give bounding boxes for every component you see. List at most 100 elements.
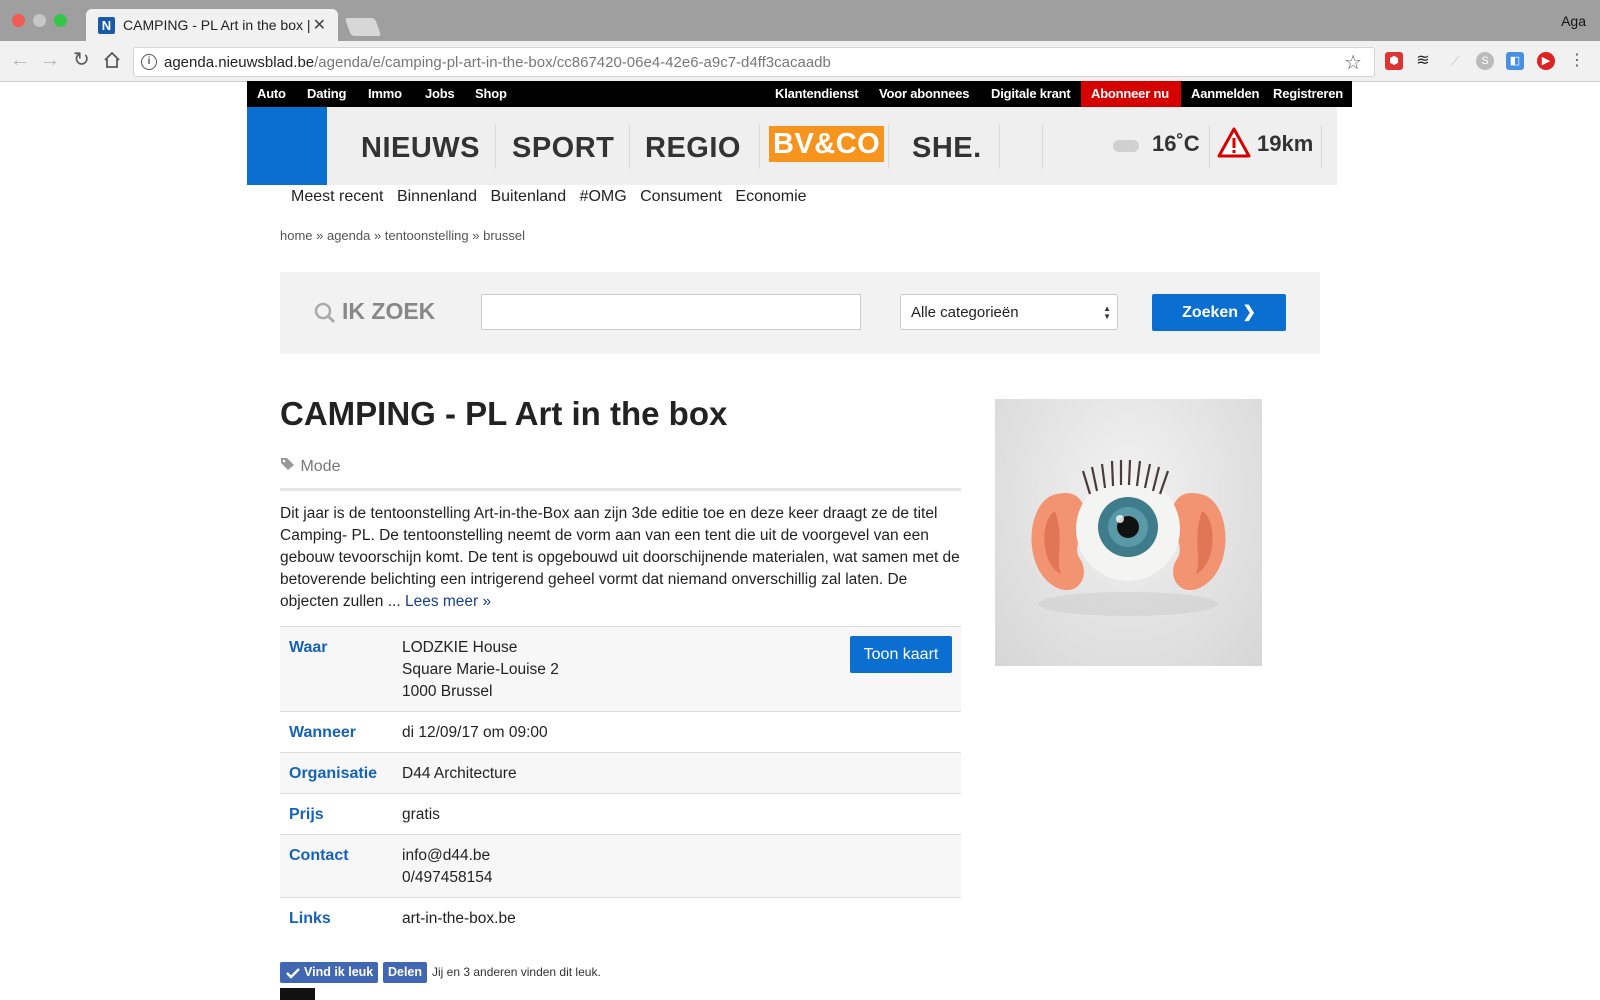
browser-titlebar: N CAMPING - PL Art in the box | ✕ Aga bbox=[0, 0, 1600, 41]
browser-toolbar: ← → ↻ i agenda.nieuwsblad.be/agenda/e/ca… bbox=[0, 41, 1600, 82]
page-title: CAMPING - PL Art in the box bbox=[280, 395, 728, 432]
info-icon[interactable]: i bbox=[141, 54, 157, 70]
topbar-link-aanmelden[interactable]: Aanmelden bbox=[1191, 86, 1259, 101]
search-input[interactable] bbox=[481, 294, 861, 330]
window-close-button[interactable] bbox=[12, 14, 25, 27]
waar-value: LODZKIE House Square Marie-Louise 2 1000… bbox=[402, 637, 559, 703]
read-more-link[interactable]: Lees meer » bbox=[405, 593, 491, 610]
event-tag[interactable]: Mode bbox=[280, 457, 340, 476]
checkmark-icon bbox=[286, 968, 300, 979]
like-count-text: Jij en 3 anderen vinden dit leuk. bbox=[432, 965, 601, 979]
traffic-info[interactable]: 19km bbox=[1257, 131, 1313, 157]
tab-title: CAMPING - PL Art in the box | bbox=[123, 17, 311, 33]
topbar-link-klantendienst[interactable]: Klantendienst bbox=[775, 86, 859, 101]
subnav-binnenland[interactable]: Binnenland bbox=[397, 188, 477, 205]
section-nieuws[interactable]: NIEUWS bbox=[361, 132, 480, 165]
topbar-link-immo[interactable]: Immo bbox=[368, 86, 402, 101]
subnav-meest-recent[interactable]: Meest recent bbox=[291, 188, 383, 205]
bvco-label: BV&CO bbox=[769, 126, 885, 162]
topbar-link-digitale-krant[interactable]: Digitale krant bbox=[991, 86, 1071, 101]
event-details-table: Waar LODZKIE House Square Marie-Louise 2… bbox=[280, 626, 961, 938]
back-icon[interactable]: ← bbox=[10, 49, 30, 71]
organisatie-label: Organisatie bbox=[289, 765, 378, 782]
section-bvco[interactable]: BV&CO bbox=[769, 126, 885, 162]
browser-tab[interactable]: N CAMPING - PL Art in the box | ✕ bbox=[86, 9, 338, 41]
section-regio[interactable]: REGIO bbox=[645, 132, 741, 165]
window-maximize-button[interactable] bbox=[54, 14, 67, 27]
category-select[interactable]: Alle categorieën ▲ ▼ bbox=[900, 294, 1118, 330]
wanneer-label: Wanneer bbox=[289, 724, 356, 741]
tag-icon bbox=[281, 458, 294, 470]
description-text: Dit jaar is de tentoonstelling Art-in-th… bbox=[280, 505, 960, 610]
topbar-link-jobs[interactable]: Jobs bbox=[425, 86, 455, 101]
site-topbar: Auto Dating Immo Jobs Shop Klantendienst… bbox=[247, 81, 1352, 107]
topbar-link-voor-abonnees[interactable]: Voor abonnees bbox=[879, 86, 970, 101]
new-tab-button[interactable] bbox=[344, 18, 382, 36]
site-header: NIEUWS SPORT REGIO BV&CO SHE. 16˚C 19km bbox=[247, 107, 1337, 185]
contact-phone: 0/497458154 bbox=[402, 869, 493, 886]
event-description: Dit jaar is de tentoonstelling Art-in-th… bbox=[280, 503, 970, 613]
details-row-waar: Waar LODZKIE House Square Marie-Louise 2… bbox=[280, 626, 961, 711]
event-image bbox=[995, 399, 1262, 666]
reload-icon[interactable]: ↻ bbox=[73, 49, 90, 71]
links-value[interactable]: art-in-the-box.be bbox=[402, 908, 516, 930]
cloud-icon bbox=[1113, 140, 1139, 152]
subnav-omg[interactable]: #OMG bbox=[580, 188, 627, 205]
star-icon[interactable]: ☆ bbox=[1344, 50, 1362, 75]
tab-close-icon[interactable]: ✕ bbox=[313, 15, 326, 35]
facebook-like-button[interactable]: Vind ik leuk bbox=[280, 962, 378, 983]
section-divider bbox=[888, 125, 889, 169]
like-label: Vind ik leuk bbox=[304, 965, 374, 979]
links-label: Links bbox=[289, 910, 331, 927]
topbar-link-shop[interactable]: Shop bbox=[475, 86, 507, 101]
search-button[interactable]: Zoeken ❯ bbox=[1152, 294, 1286, 331]
temperature[interactable]: 16˚C bbox=[1152, 131, 1200, 157]
subnav-consument[interactable]: Consument bbox=[640, 188, 722, 205]
nieuwsblad-favicon-icon: N bbox=[98, 17, 115, 34]
show-map-button[interactable]: Toon kaart bbox=[850, 636, 952, 673]
details-row-wanneer: Wanneer di 12/09/17 om 09:00 bbox=[280, 711, 961, 752]
topbar-link-dating[interactable]: Dating bbox=[307, 86, 346, 101]
subnav-economie[interactable]: Economie bbox=[735, 188, 806, 205]
section-divider bbox=[495, 125, 496, 169]
avatar bbox=[280, 988, 315, 1000]
section-divider bbox=[759, 125, 760, 169]
search-panel: IK ZOEK Alle categorieën ▲ ▼ Zoeken ❯ bbox=[280, 272, 1320, 354]
section-divider bbox=[1321, 125, 1322, 169]
section-divider bbox=[999, 125, 1000, 169]
adblock-extension-icon[interactable]: ⬢ bbox=[1385, 52, 1403, 70]
prijs-label: Prijs bbox=[289, 806, 324, 823]
site-logo[interactable] bbox=[247, 107, 327, 185]
prijs-value: gratis bbox=[402, 806, 440, 823]
section-she[interactable]: SHE. bbox=[912, 132, 982, 165]
contact-value: info@d44.be 0/497458154 bbox=[402, 845, 493, 889]
address-bar[interactable]: i agenda.nieuwsblad.be/agenda/e/camping-… bbox=[133, 47, 1375, 77]
venue-name: LODZKIE House bbox=[402, 639, 518, 656]
url-path: /agenda/e/camping-pl-art-in-the-box/cc86… bbox=[314, 54, 831, 71]
event-tag-label: Mode bbox=[300, 458, 341, 475]
contact-email[interactable]: info@d44.be bbox=[402, 845, 493, 867]
url-host: agenda.nieuwsblad.be bbox=[164, 54, 315, 71]
details-row-organisatie: Organisatie D44 Architecture bbox=[280, 752, 961, 793]
home-icon[interactable] bbox=[103, 51, 121, 74]
extension-icon[interactable]: ◧ bbox=[1506, 52, 1524, 70]
details-row-contact: Contact info@d44.be 0/497458154 bbox=[280, 834, 961, 897]
buffer-extension-icon[interactable]: ≋ bbox=[1414, 52, 1432, 70]
topbar-link-auto[interactable]: Auto bbox=[257, 86, 286, 101]
skype-extension-icon[interactable]: S bbox=[1476, 52, 1494, 70]
window-minimize-button[interactable] bbox=[33, 14, 46, 27]
category-selected: Alle categorieën bbox=[911, 304, 1019, 321]
profile-name[interactable]: Aga bbox=[1561, 13, 1586, 29]
breadcrumb[interactable]: home » agenda » tentoonstelling » brusse… bbox=[280, 228, 525, 243]
section-sport[interactable]: SPORT bbox=[512, 132, 614, 165]
topbar-link-abonneer-nu[interactable]: Abonneer nu bbox=[1091, 86, 1169, 101]
sub-navigation: Meest recent Binnenland Buitenland #OMG … bbox=[291, 188, 816, 206]
details-row-prijs: Prijs gratis bbox=[280, 793, 961, 834]
play-extension-icon[interactable]: ▶ bbox=[1537, 52, 1555, 70]
extension-icon[interactable]: ⟋ bbox=[1446, 52, 1464, 70]
facebook-share-button[interactable]: Delen bbox=[383, 962, 427, 983]
subnav-buitenland[interactable]: Buitenland bbox=[490, 188, 566, 205]
menu-icon[interactable]: ⋮ bbox=[1568, 52, 1586, 70]
topbar-link-registreren[interactable]: Registreren bbox=[1273, 86, 1343, 101]
forward-icon[interactable]: → bbox=[40, 49, 60, 71]
